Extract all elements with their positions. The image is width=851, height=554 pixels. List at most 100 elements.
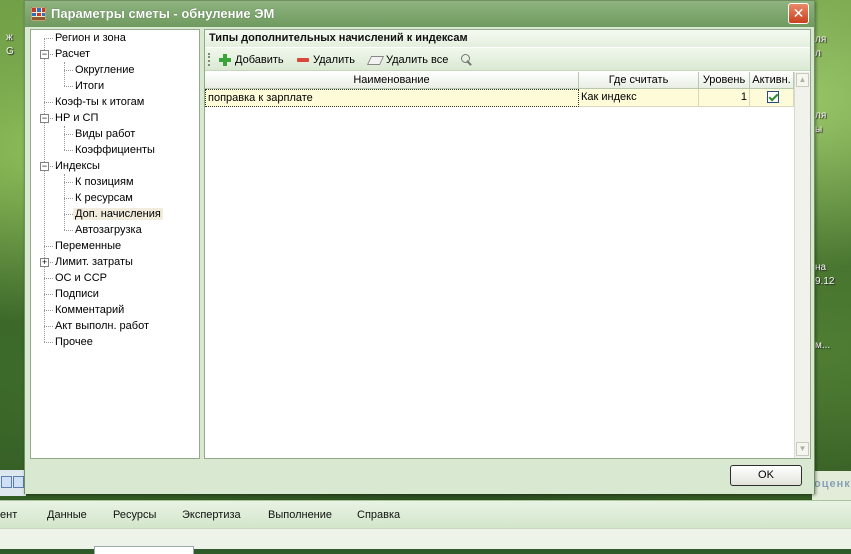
menu-item-execution[interactable]: Выполнение	[268, 509, 332, 521]
tree-line	[44, 38, 53, 39]
cell-where[interactable]: Как индекс	[579, 89, 699, 107]
tree-item-label: Округление	[75, 64, 135, 76]
desktop-text-fragment: 9.12	[815, 276, 835, 287]
tree-item[interactable]: Прочее	[53, 334, 95, 350]
tree-line	[64, 126, 65, 150]
tree-item[interactable]: Округление	[73, 62, 137, 78]
tree-item[interactable]: Акт выполн. работ	[53, 318, 151, 334]
scroll-down-icon[interactable]: ▼	[796, 442, 809, 456]
add-button[interactable]: Добавить	[219, 52, 284, 68]
tree-item[interactable]: Комментарий	[53, 302, 126, 318]
tree-item-label: Доп. начисления	[73, 208, 163, 220]
tree-line	[44, 246, 53, 247]
tree-item[interactable]: Итоги	[73, 78, 106, 94]
tree-item-label: Расчет	[55, 48, 90, 60]
column-header-level[interactable]: Уровень	[699, 72, 750, 89]
tree-item[interactable]: НР и СП	[53, 110, 100, 126]
desktop-text-fragment: на	[815, 262, 827, 273]
tree-line	[44, 102, 53, 103]
column-header-where[interactable]: Где считать	[579, 72, 699, 89]
tree-item-label: Коэф-ты к итогам	[55, 96, 145, 108]
delete-button-label: Удалить	[313, 54, 355, 66]
tree-item-label: Подписи	[55, 288, 99, 300]
tree-item[interactable]: Коэф-ты к итогам	[53, 94, 146, 110]
tree-line	[44, 310, 53, 311]
tree-item-label: Индексы	[55, 160, 100, 172]
cell-active[interactable]	[750, 89, 794, 107]
vertical-scrollbar[interactable]: ▲ ▼	[794, 72, 810, 458]
tree-line	[44, 342, 53, 343]
checkbox-checked-icon[interactable]	[767, 91, 779, 103]
tree-item-label: Комментарий	[55, 304, 125, 316]
tree-line	[64, 214, 73, 215]
plus-icon	[219, 54, 231, 67]
tree-item[interactable]: Доп. начисления	[73, 206, 163, 222]
tab-stub[interactable]	[94, 546, 194, 554]
tree-item[interactable]: К ресурсам	[73, 190, 135, 206]
app-shortcut-icon[interactable]	[1, 476, 12, 488]
dialog-titlebar[interactable]: Параметры сметы - обнуление ЭМ ✕	[25, 1, 814, 27]
tree-item[interactable]: Индексы	[53, 158, 102, 174]
app-grid-icon	[30, 6, 47, 22]
menu-item-resources[interactable]: Ресурсы	[113, 509, 156, 521]
panel-toolbar: Добавить Удалить Удалить все	[205, 48, 810, 71]
menu-item-data[interactable]: Данные	[47, 509, 87, 521]
menu-item-cut[interactable]: ент	[0, 509, 17, 521]
collapse-icon[interactable]: −	[40, 50, 49, 59]
tree-item[interactable]: Регион и зона	[53, 30, 128, 46]
tree-item-label: Коэффициенты	[75, 144, 155, 156]
tree-item-label: НР и СП	[55, 112, 99, 124]
add-button-label: Добавить	[235, 54, 284, 66]
collapse-icon[interactable]: −	[40, 114, 49, 123]
estimate-parameters-dialog: Параметры сметы - обнуление ЭМ ✕ Регион …	[24, 0, 815, 494]
tree-item[interactable]: Подписи	[53, 286, 101, 302]
tree-item-label: Переменные	[55, 240, 122, 252]
menu-item-help[interactable]: Справка	[357, 509, 400, 521]
additional-charges-panel: Типы дополнительных начислений к индекса…	[204, 29, 811, 459]
tree-item[interactable]: К позициям	[73, 174, 136, 190]
column-header-active[interactable]: Активн.	[750, 72, 794, 89]
desktop-text-fragment: ы	[815, 124, 823, 135]
tree-item[interactable]: Коэффициенты	[73, 142, 157, 158]
delete-button[interactable]: Удалить	[297, 52, 355, 68]
delete-all-button-label: Удалить все	[386, 54, 449, 66]
tree-item[interactable]: Виды работ	[73, 126, 137, 142]
background-banner: оценки	[812, 471, 851, 501]
status-area	[0, 528, 851, 554]
cell-name[interactable]: поправка к зарплате	[205, 89, 579, 107]
filter-icon	[459, 53, 473, 67]
settings-tree[interactable]: Регион и зона Расчет − Округление Итоги Коэф-…	[30, 29, 200, 459]
expand-icon[interactable]: +	[40, 258, 49, 267]
app-shortcut-icon[interactable]	[13, 476, 24, 488]
collapse-icon[interactable]: −	[40, 162, 49, 171]
tree-item-label: Прочее	[55, 336, 93, 348]
tree-line	[64, 198, 73, 199]
tree-line	[44, 278, 53, 279]
tree-item[interactable]: Автозагрузка	[73, 222, 144, 238]
column-header-name[interactable]: Наименование	[205, 72, 579, 89]
ok-button[interactable]: OK	[730, 465, 802, 486]
scroll-up-icon[interactable]: ▲	[796, 73, 809, 87]
taskbar-icons[interactable]	[0, 470, 26, 496]
tree-item[interactable]: Лимит. затраты	[53, 254, 135, 270]
cell-level[interactable]: 1	[699, 89, 750, 107]
delete-all-button[interactable]: Удалить все	[366, 52, 449, 68]
tree-item[interactable]: Переменные	[53, 238, 123, 254]
panel-title: Типы дополнительных начислений к индекса…	[205, 30, 810, 47]
eraser-icon	[366, 55, 385, 65]
tree-item-label: К позициям	[75, 176, 134, 188]
close-button[interactable]: ✕	[788, 3, 809, 24]
menu-item-expertise[interactable]: Экспертиза	[182, 509, 241, 521]
charges-table: Наименование Где считать Уровень Активн.…	[205, 72, 810, 458]
main-menubar: ент Данные Ресурсы Экспертиза Выполнение…	[0, 500, 851, 528]
minus-icon	[297, 58, 309, 63]
tree-line	[64, 150, 73, 151]
tree-line	[44, 326, 53, 327]
toolbar-grip[interactable]	[208, 53, 210, 66]
dialog-body: Регион и зона Расчет − Округление Итоги Коэф-…	[28, 29, 811, 461]
tree-item-label: ОС и ССР	[55, 272, 107, 284]
tree-item[interactable]: Расчет	[53, 46, 92, 62]
dialog-title: Параметры сметы - обнуление ЭМ	[51, 6, 275, 21]
tree-item[interactable]: ОС и ССР	[53, 270, 109, 286]
filter-button[interactable]	[459, 52, 477, 68]
